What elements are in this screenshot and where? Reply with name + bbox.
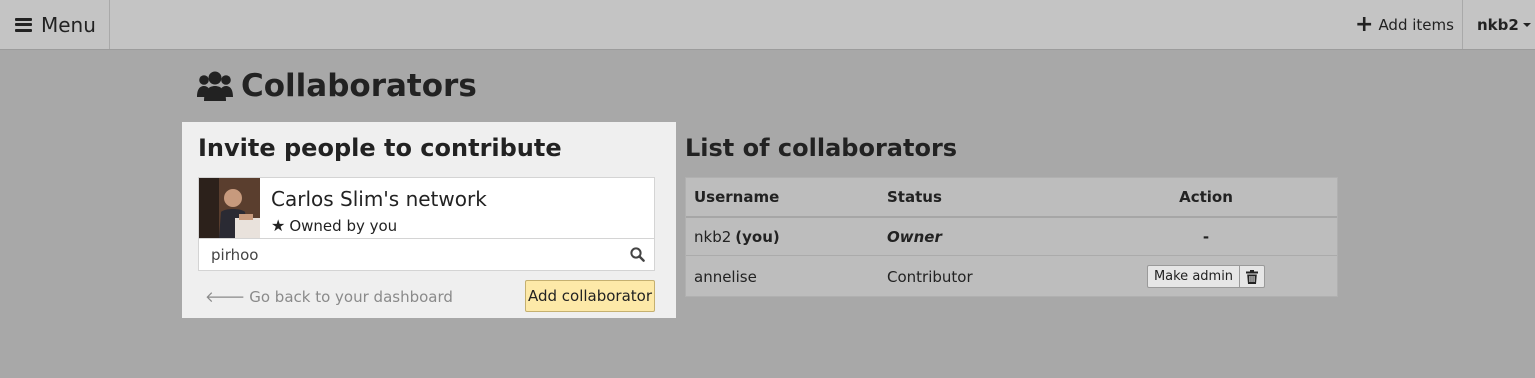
action-cell: - [1126, 218, 1286, 255]
star-icon: ★ [271, 216, 286, 235]
back-to-dashboard-link[interactable]: 🡐 Go back to your dashboard [205, 287, 453, 307]
collaborators-table: Username Status Action nkb2 (you) Owner … [685, 177, 1338, 297]
status-cell: Owner [887, 218, 942, 255]
top-navbar: Menu + Add items nkb2 [0, 0, 1535, 50]
hamburger-icon [15, 17, 32, 32]
user-name: nkb2 [1477, 15, 1519, 34]
trash-icon [1246, 269, 1259, 284]
username: nkb2 [694, 227, 732, 246]
make-admin-button[interactable]: Make admin [1146, 265, 1241, 288]
invite-panel: Invite people to contribute Carlos Slim'… [182, 122, 676, 318]
arrow-left-icon: 🡐 [205, 288, 246, 306]
caret-down-icon [1522, 22, 1531, 27]
network-card: Carlos Slim's network ★ Owned by you [198, 177, 655, 239]
column-header-action: Action [1179, 188, 1233, 206]
network-owner: ★ Owned by you [271, 216, 397, 235]
table-row: annelise Contributor Make admin [686, 257, 1337, 296]
username: annelise [694, 267, 757, 286]
username-cell: nkb2 (you) [694, 218, 780, 255]
status-label: Owner [887, 227, 942, 246]
page-title: Collaborators [241, 68, 477, 104]
search-icon[interactable] [630, 247, 645, 262]
column-header-username: Username [694, 188, 780, 206]
no-action: - [1202, 227, 1210, 246]
table-header-row: Username Status Action [686, 178, 1337, 218]
add-items-label: Add items [1378, 15, 1454, 34]
status-cell: Contributor [887, 257, 973, 296]
page-header: Collaborators [197, 64, 477, 108]
action-cell: Make admin [1126, 257, 1286, 296]
delete-collaborator-button[interactable] [1240, 265, 1266, 288]
user-menu[interactable]: nkb2 [1462, 0, 1535, 49]
back-link-label: Go back to your dashboard [249, 287, 453, 306]
owner-label: Owned by you [289, 216, 398, 235]
username-cell: annelise [694, 257, 757, 296]
column-header-status: Status [887, 188, 942, 206]
users-icon [197, 71, 233, 101]
plus-icon: + [1355, 11, 1374, 37]
collaborator-search-input[interactable] [199, 239, 619, 270]
you-tag: (you) [735, 227, 780, 246]
network-name: Carlos Slim's network [271, 187, 487, 211]
collaborator-search-field [198, 238, 655, 271]
menu-label: Menu [41, 12, 96, 37]
add-collaborator-button[interactable]: Add collaborator [525, 280, 655, 312]
add-items-button[interactable]: + Add items [1355, 0, 1454, 49]
table-row: nkb2 (you) Owner - [686, 218, 1337, 256]
menu-button[interactable]: Menu [0, 0, 110, 49]
invite-heading: Invite people to contribute [198, 134, 562, 162]
status-label: Contributor [887, 267, 973, 286]
network-thumbnail [199, 178, 260, 238]
collaborators-heading: List of collaborators [685, 134, 958, 162]
